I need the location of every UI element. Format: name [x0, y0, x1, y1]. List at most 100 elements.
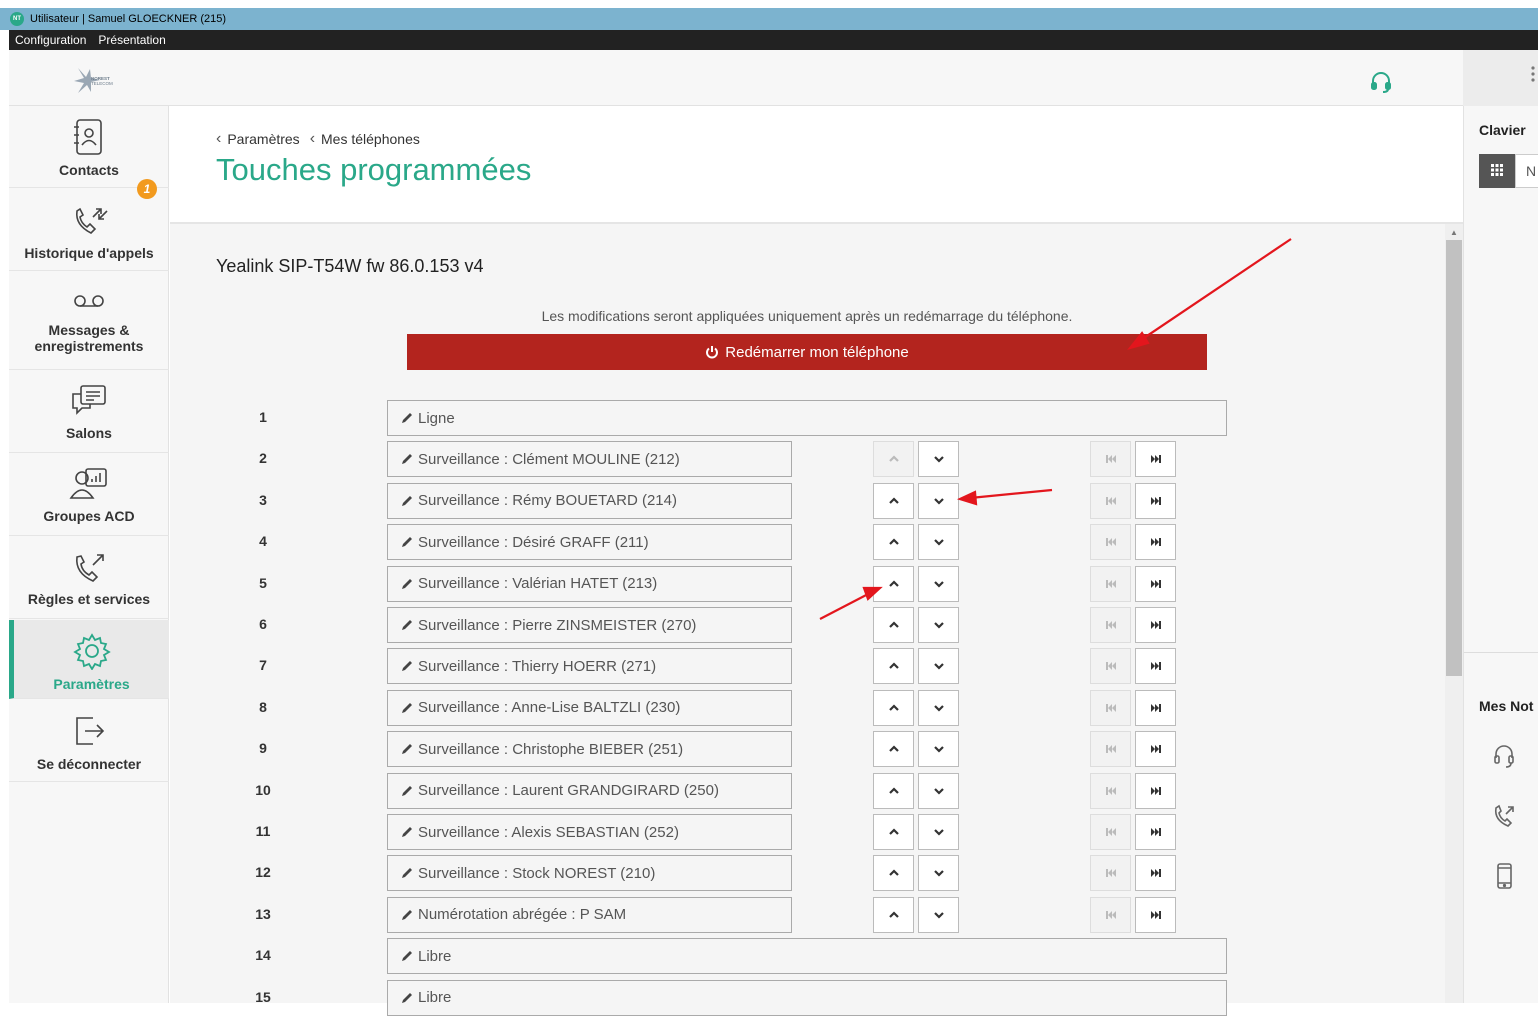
move-up-button[interactable]: [873, 441, 914, 478]
sidebar-item-messages[interactable]: Messages & enregistrements: [9, 272, 169, 370]
phone-outgoing-icon[interactable]: [1492, 802, 1516, 830]
move-up-button[interactable]: [873, 565, 914, 602]
chevron-up-icon: [888, 745, 899, 752]
move-up-button[interactable]: [873, 772, 914, 809]
move-to-first-button[interactable]: [1090, 814, 1131, 850]
move-to-first-button[interactable]: [1090, 731, 1131, 768]
key-number: 11: [255, 823, 271, 839]
move-to-first-button[interactable]: [1090, 855, 1131, 892]
key-edit-field[interactable]: Surveillance : Laurent GRANDGIRARD (250): [387, 772, 792, 809]
move-to-last-button[interactable]: [1135, 772, 1176, 809]
key-edit-field[interactable]: Surveillance : Stock NOREST (210): [387, 855, 792, 892]
key-edit-field[interactable]: Numérotation abrégée : P SAM: [387, 896, 792, 933]
move-to-last-button[interactable]: [1135, 524, 1176, 561]
move-to-last-button[interactable]: [1135, 607, 1176, 643]
sidebar-item-acd-groups[interactable]: Groupes ACD: [9, 454, 169, 536]
move-to-last-button[interactable]: [1135, 896, 1176, 933]
move-up-button[interactable]: [873, 689, 914, 726]
key-edit-field[interactable]: Surveillance : Rémy BOUETARD (214): [387, 482, 792, 519]
key-edit-field[interactable]: Ligne: [387, 400, 1227, 436]
move-to-first-button[interactable]: [1090, 689, 1131, 726]
chevron-up-icon: [888, 621, 899, 628]
move-to-first-button[interactable]: [1090, 896, 1131, 933]
move-to-first-button[interactable]: [1090, 524, 1131, 561]
key-edit-field[interactable]: Surveillance : Désiré GRAFF (211): [387, 524, 792, 561]
key-row: 7 Surveillance : Thierry HOERR (271): [170, 648, 1445, 689]
mobile-phone-icon[interactable]: [1492, 862, 1516, 890]
headset-icon[interactable]: [1369, 70, 1393, 94]
skip-first-icon: [1105, 579, 1116, 588]
breadcrumb: ‹ Paramètres ‹ Mes téléphones: [216, 130, 420, 148]
move-to-first-button[interactable]: [1090, 772, 1131, 809]
move-up-button[interactable]: [873, 524, 914, 561]
move-down-button[interactable]: [918, 896, 959, 933]
move-down-button[interactable]: [918, 814, 959, 850]
sidebar-item-contacts[interactable]: Contacts: [9, 106, 169, 188]
sidebar-item-rules[interactable]: Règles et services: [9, 537, 169, 619]
key-edit-field[interactable]: Surveillance : Anne-Lise BALTZLI (230): [387, 689, 792, 726]
move-down-button[interactable]: [918, 524, 959, 561]
move-to-first-button[interactable]: [1090, 607, 1131, 643]
move-down-button[interactable]: [918, 855, 959, 892]
key-edit-field[interactable]: Surveillance : Alexis SEBASTIAN (252): [387, 814, 792, 850]
more-options-icon[interactable]: [1530, 64, 1536, 88]
move-up-button[interactable]: [873, 855, 914, 892]
move-up-button[interactable]: [873, 482, 914, 519]
scroll-up-icon[interactable]: ▲: [1450, 228, 1458, 237]
move-down-button[interactable]: [918, 482, 959, 519]
breadcrumb-telephones[interactable]: ‹ Mes téléphones: [310, 130, 420, 148]
phone-model: Yealink SIP-T54W fw 86.0.153 v4: [216, 256, 484, 276]
move-up-button[interactable]: [873, 607, 914, 643]
key-edit-field[interactable]: Surveillance : Pierre ZINSMEISTER (270): [387, 607, 792, 643]
move-to-first-button[interactable]: [1090, 565, 1131, 602]
key-row: 6 Surveillance : Pierre ZINSMEISTER (270): [170, 607, 1445, 648]
key-edit-field[interactable]: Surveillance : Thierry HOERR (271): [387, 648, 792, 685]
move-to-last-button[interactable]: [1135, 814, 1176, 850]
move-to-last-button[interactable]: [1135, 441, 1176, 478]
move-down-button[interactable]: [918, 607, 959, 643]
headset-icon[interactable]: [1492, 742, 1516, 770]
move-down-button[interactable]: [918, 731, 959, 768]
menu-presentation[interactable]: Présentation: [98, 33, 165, 47]
contacts-book-icon: [74, 119, 102, 155]
key-edit-field[interactable]: Surveillance : Christophe BIEBER (251): [387, 731, 792, 768]
scrollbar-thumb[interactable]: [1446, 240, 1462, 676]
sidebar-item-parametres[interactable]: Paramètres: [9, 620, 169, 699]
move-to-last-button[interactable]: [1135, 565, 1176, 602]
skip-last-icon: [1150, 496, 1161, 505]
move-up-button[interactable]: [873, 814, 914, 850]
dial-input[interactable]: N: [1515, 154, 1538, 188]
key-edit-field[interactable]: Libre: [387, 938, 1227, 975]
move-down-button[interactable]: [918, 648, 959, 685]
move-up-button[interactable]: [873, 731, 914, 768]
sidebar-item-salons[interactable]: Salons: [9, 371, 169, 453]
move-to-first-button[interactable]: [1090, 648, 1131, 685]
move-down-button[interactable]: [918, 689, 959, 726]
move-down-button[interactable]: [918, 772, 959, 809]
key-row: 4 Surveillance : Désiré GRAFF (211): [170, 524, 1445, 565]
move-up-button[interactable]: [873, 648, 914, 685]
move-to-last-button[interactable]: [1135, 855, 1176, 892]
key-edit-field[interactable]: Surveillance : Clément MOULINE (212): [387, 441, 792, 478]
sidebar-item-logout[interactable]: Se déconnecter: [9, 700, 169, 782]
move-down-button[interactable]: [918, 441, 959, 478]
move-to-first-button[interactable]: [1090, 482, 1131, 519]
skip-first-icon: [1105, 786, 1116, 795]
key-edit-field[interactable]: Surveillance : Valérian HATET (213): [387, 565, 792, 602]
keypad-button[interactable]: [1479, 154, 1515, 188]
move-to-last-button[interactable]: [1135, 731, 1176, 768]
move-to-last-button[interactable]: [1135, 482, 1176, 519]
move-to-first-button[interactable]: [1090, 441, 1131, 478]
scrollbar[interactable]: ▲: [1445, 224, 1463, 1003]
reboot-phone-button[interactable]: Redémarrer mon téléphone: [407, 334, 1207, 370]
menu-configuration[interactable]: Configuration: [15, 33, 86, 47]
breadcrumb-parametres[interactable]: ‹ Paramètres: [216, 130, 300, 148]
move-up-button[interactable]: [873, 896, 914, 933]
move-down-button[interactable]: [918, 565, 959, 602]
chevron-up-icon: [888, 869, 899, 877]
move-to-last-button[interactable]: [1135, 648, 1176, 685]
move-to-last-button[interactable]: [1135, 689, 1176, 726]
chevron-left-icon: ‹: [216, 130, 222, 147]
sidebar-item-call-history[interactable]: Historique d'appels 1: [9, 179, 169, 271]
key-edit-field[interactable]: Libre: [387, 979, 1227, 1016]
